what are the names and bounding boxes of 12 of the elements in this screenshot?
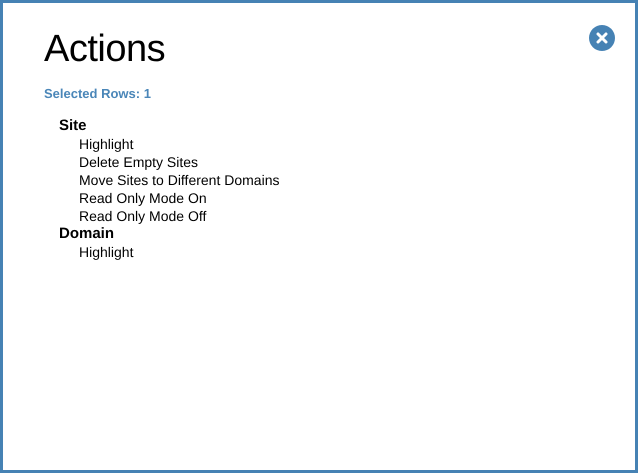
action-item[interactable]: Highlight [79, 135, 134, 153]
action-item[interactable]: Read Only Mode Off [79, 207, 206, 225]
action-item[interactable]: Delete Empty Sites [79, 153, 198, 171]
close-icon [596, 32, 608, 44]
group-heading: Domain [59, 225, 114, 243]
action-item[interactable]: Read Only Mode On [79, 189, 207, 207]
selection-info: Selected Rows: 1 [44, 86, 151, 102]
action-item[interactable]: Move Sites to Different Domains [79, 171, 280, 189]
action-item[interactable]: Highlight [79, 243, 134, 261]
group-heading: Site [59, 117, 87, 135]
close-button[interactable] [589, 25, 615, 51]
dialog-title: Actions [44, 27, 166, 71]
